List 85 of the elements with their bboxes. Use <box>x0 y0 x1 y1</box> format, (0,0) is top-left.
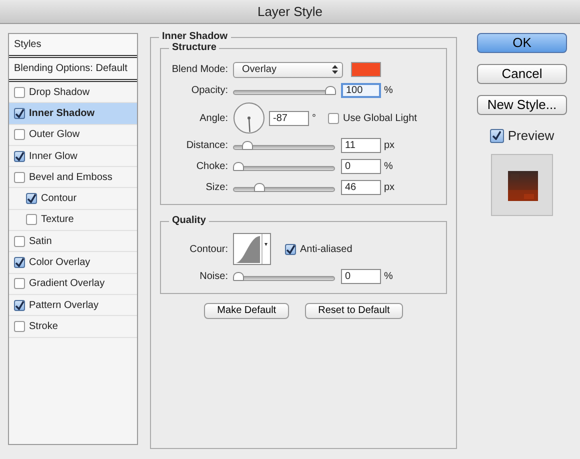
field-label: Distance: <box>185 139 229 153</box>
checkbox-label: Preview <box>508 127 554 145</box>
window-title: Layer Style <box>0 0 580 24</box>
panel-button[interactable]: Reset to Default <box>305 303 403 319</box>
slider-thumb[interactable] <box>242 140 254 150</box>
number-field[interactable]: 100 <box>341 83 381 98</box>
angle-dial[interactable] <box>233 102 265 134</box>
dialog-button[interactable]: OK <box>477 33 567 53</box>
checkbox[interactable] <box>14 150 25 162</box>
checkbox[interactable] <box>14 129 25 140</box>
item-label: Pattern Overlay <box>29 298 98 313</box>
checkbox[interactable] <box>285 244 296 254</box>
field-label: Opacity: <box>190 84 229 98</box>
unit-label: % <box>384 270 393 284</box>
item-label: Color Overlay <box>29 256 90 270</box>
checkbox[interactable] <box>14 236 25 247</box>
style-list-item[interactable]: Inner Glow <box>9 146 137 168</box>
item-label: Outer Glow <box>29 128 80 142</box>
slider-thumb[interactable] <box>233 162 244 170</box>
checkbox[interactable] <box>14 257 25 268</box>
item-label: Contour <box>41 192 77 206</box>
checkbox[interactable] <box>14 86 25 98</box>
number-field[interactable]: 0 <box>341 159 381 174</box>
slider-track[interactable] <box>233 270 335 282</box>
item-label: Inner Glow <box>29 150 78 164</box>
contour-icon[interactable] <box>233 233 271 265</box>
slider-track[interactable] <box>233 182 335 194</box>
checkbox[interactable] <box>490 128 504 143</box>
number-field[interactable]: 46 <box>341 180 381 195</box>
item-label: Drop Shadow <box>29 86 90 100</box>
item-label: Stroke <box>29 320 58 334</box>
checkbox-label: Anti-aliased <box>300 242 352 256</box>
number-field[interactable]: 11 <box>341 138 381 153</box>
checkbox-label: Use Global Light <box>343 112 417 126</box>
field-label: Blend Mode: <box>170 63 229 77</box>
field-label: Contour: <box>188 242 229 256</box>
item-label: Texture <box>41 213 74 228</box>
slider-thumb[interactable] <box>233 272 244 280</box>
slider-thumb[interactable] <box>325 86 336 94</box>
checkbox[interactable] <box>14 300 25 311</box>
dialog-button[interactable]: New Style... <box>477 95 567 115</box>
slider-track[interactable] <box>233 84 335 96</box>
style-list-item[interactable]: Outer Glow <box>9 124 137 146</box>
checkbox[interactable] <box>14 108 25 119</box>
style-list-item[interactable]: Stroke <box>9 316 137 338</box>
field-label: Noise: <box>198 270 229 284</box>
field-label: Size: <box>204 181 229 195</box>
number-field[interactable]: -87 <box>269 110 309 126</box>
blend-mode-select[interactable]: Overlay <box>233 62 343 78</box>
checkbox[interactable] <box>26 193 37 204</box>
item-label: Satin <box>29 234 52 249</box>
slider-track[interactable] <box>233 160 335 172</box>
checkbox[interactable] <box>26 214 37 226</box>
style-list-item[interactable]: Bevel and Emboss <box>9 167 137 188</box>
panel-button[interactable]: Make Default <box>204 303 290 319</box>
number-field[interactable]: 0 <box>341 269 381 284</box>
unit-label: px <box>384 181 395 195</box>
unit-label: % <box>384 84 393 98</box>
checkbox[interactable] <box>14 278 25 290</box>
checkbox[interactable] <box>14 320 25 332</box>
unit-label: px <box>384 139 395 153</box>
style-list-item[interactable]: Satin <box>9 231 137 252</box>
unit-label: ° <box>312 112 316 126</box>
item-label: Styles <box>14 38 42 52</box>
checkbox[interactable] <box>14 172 25 183</box>
stepper-icon <box>332 65 338 74</box>
style-list-item[interactable]: Contour <box>9 188 137 210</box>
item-label: Gradient Overlay <box>29 277 105 292</box>
style-list-item[interactable]: Inner Shadow <box>9 103 137 125</box>
dialog-button[interactable]: Cancel <box>477 64 567 84</box>
style-list-item[interactable]: Pattern Overlay <box>9 294 137 316</box>
field-label: Angle: <box>198 112 229 126</box>
item-label: Inner Shadow <box>29 106 95 121</box>
item-label: Bevel and Emboss <box>29 170 112 185</box>
style-list-item[interactable]: Gradient Overlay <box>9 274 137 295</box>
field-label: Choke: <box>195 160 229 174</box>
unit-label: % <box>384 160 393 174</box>
item-label: Blending Options: Default <box>14 62 128 76</box>
style-list-item[interactable]: Color Overlay <box>9 252 137 274</box>
slider-track[interactable] <box>233 140 335 152</box>
color-swatch[interactable] <box>351 62 381 77</box>
slider-thumb[interactable] <box>254 182 266 192</box>
checkbox[interactable] <box>328 112 339 124</box>
style-list-item[interactable]: Texture <box>9 210 137 232</box>
group-title: Quality <box>169 215 209 227</box>
